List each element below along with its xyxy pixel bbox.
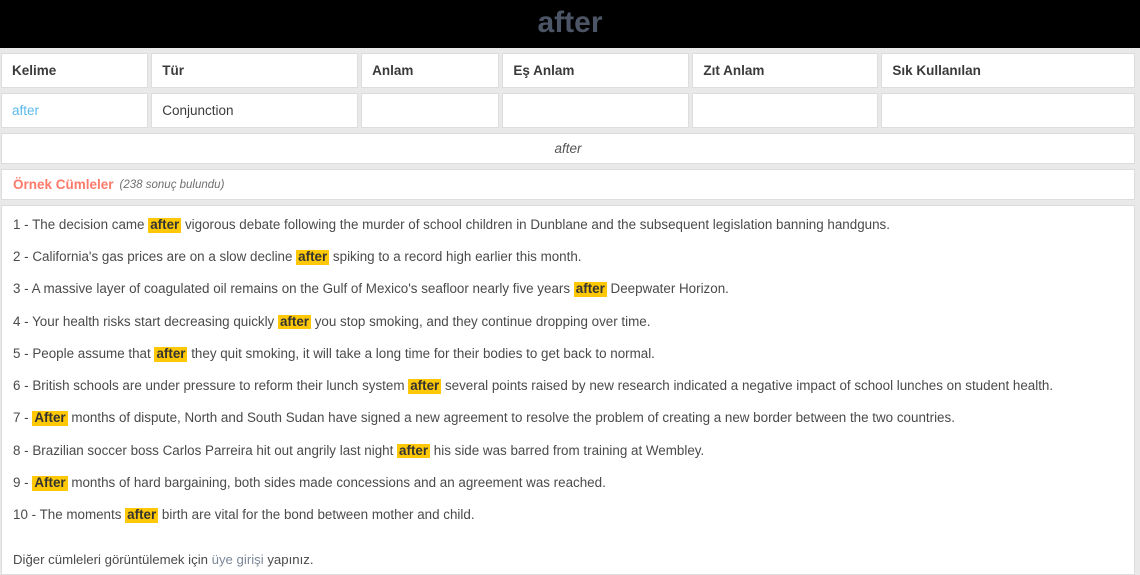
table-header-row: Kelime Tür Anlam Eş Anlam Zıt Anlam Sık … bbox=[1, 53, 1135, 88]
masthead: after bbox=[0, 0, 1140, 48]
highlighted-keyword: after bbox=[397, 443, 431, 459]
column-header-zit-anlam: Zıt Anlam bbox=[692, 53, 879, 88]
login-prompt: Diğer cümleleri görüntülemek için üye gi… bbox=[13, 552, 1123, 567]
sentence-number: 6 - bbox=[13, 379, 33, 394]
sentence-text-before: British schools are under pressure to re… bbox=[32, 379, 409, 394]
highlighted-keyword: after bbox=[573, 282, 607, 298]
column-header-sik-kullanilan: Sık Kullanılan bbox=[881, 53, 1135, 88]
sentence-number: 3 - bbox=[13, 282, 32, 297]
word-link-after[interactable]: after bbox=[12, 103, 39, 118]
example-sentence: 6 - British schools are under pressure t… bbox=[13, 379, 1123, 394]
sentence-text-after: they quit smoking, it will take a long t… bbox=[187, 346, 655, 361]
highlighted-keyword: after bbox=[277, 314, 312, 330]
sentence-text-after: several points raised by new research in… bbox=[441, 379, 1054, 394]
sentence-text-before: The decision came bbox=[32, 218, 149, 232]
column-header-kelime: Kelime bbox=[1, 53, 149, 88]
sentence-text-before: The moments bbox=[39, 508, 126, 523]
sentence-list: 1 - The decision came after vigorous deb… bbox=[13, 218, 1123, 523]
sentence-text-after: months of dispute, North and South Sudan… bbox=[67, 411, 955, 426]
example-sentence: 8 - Brazilian soccer boss Carlos Parreir… bbox=[13, 443, 1123, 459]
column-header-anlam: Anlam bbox=[361, 53, 500, 88]
examples-result-count: (238 sonuç bulundu) bbox=[119, 178, 225, 191]
example-sentence: 10 - The moments after birth are vital f… bbox=[13, 508, 1123, 523]
highlighted-keyword: after bbox=[296, 250, 330, 265]
login-prompt-after: yapınız. bbox=[263, 551, 314, 567]
sentence-text-after: his side was barred from training at Wem… bbox=[430, 443, 705, 458]
cell-zit-anlam bbox=[692, 93, 879, 128]
sentence-text-before: California's gas prices are on a slow de… bbox=[32, 250, 297, 265]
highlighted-keyword: after bbox=[408, 379, 442, 394]
page-gutter bbox=[1135, 48, 1140, 575]
sentence-text-before: A massive layer of coagulated oil remain… bbox=[31, 282, 574, 297]
sentence-text-after: months of hard bargaining, both sides ma… bbox=[67, 475, 606, 490]
sentence-number: 4 - bbox=[13, 314, 33, 329]
example-sentence: 4 - Your health risks start decreasing q… bbox=[13, 314, 1123, 330]
highlighted-keyword: after bbox=[148, 218, 182, 233]
example-sentence: 2 - California's gas prices are on a slo… bbox=[13, 250, 1123, 265]
highlighted-keyword: after bbox=[125, 508, 159, 523]
word-table: Kelime Tür Anlam Eş Anlam Zıt Anlam Sık … bbox=[0, 53, 1140, 128]
cell-sik-kullanilan bbox=[881, 93, 1135, 128]
login-prompt-before: Diğer cümleleri görüntülemek için bbox=[13, 551, 212, 567]
sentence-text-after: you stop smoking, and they continue drop… bbox=[311, 314, 651, 329]
page-root: after Kelime Tür Anlam Eş Anlam Zıt Anla… bbox=[0, 0, 1140, 575]
sentence-text-before: People assume that bbox=[32, 346, 155, 361]
example-sentence: 1 - The decision came after vigorous deb… bbox=[13, 218, 1123, 233]
example-sentences-panel: 1 - The decision came after vigorous deb… bbox=[1, 205, 1135, 575]
member-login-link[interactable]: üye girişi bbox=[212, 552, 264, 567]
example-sentence: 5 - People assume that after they quit s… bbox=[13, 346, 1123, 362]
sentence-text-before: Brazilian soccer boss Carlos Parreira hi… bbox=[32, 443, 398, 458]
page-title: after bbox=[537, 6, 603, 39]
sentence-number: 10 - bbox=[13, 508, 40, 523]
example-sentence: 9 - After months of hard bargaining, bot… bbox=[13, 475, 1123, 491]
cell-es-anlam bbox=[502, 93, 690, 128]
example-sentence: 3 - A massive layer of coagulated oil re… bbox=[13, 282, 1123, 298]
table-row: after Conjunction bbox=[1, 93, 1135, 128]
column-header-tur: Tür bbox=[151, 53, 359, 88]
cell-tur: Conjunction bbox=[151, 93, 359, 128]
examples-title: Örnek Cümleler bbox=[13, 177, 114, 192]
sentence-number: 7 - bbox=[13, 411, 33, 426]
sentence-text-before: Your health risks start decreasing quick… bbox=[32, 314, 278, 329]
pronunciation-text: after bbox=[554, 141, 582, 156]
sentence-number: 8 - bbox=[13, 443, 33, 458]
pronunciation-strip: after bbox=[1, 133, 1135, 164]
highlighted-keyword: after bbox=[154, 346, 188, 362]
sentence-text-after: birth are vital for the bond between mot… bbox=[158, 508, 475, 523]
highlighted-keyword: After bbox=[32, 411, 68, 427]
sentence-number: 2 - bbox=[13, 250, 33, 265]
sentence-number: 1 - bbox=[13, 218, 33, 232]
sentence-number: 5 - bbox=[13, 346, 33, 361]
example-sentence: 7 - After months of dispute, North and S… bbox=[13, 411, 1123, 427]
sentence-text-after: spiking to a record high earlier this mo… bbox=[329, 250, 582, 265]
column-header-es-anlam: Eş Anlam bbox=[502, 53, 690, 88]
cell-kelime: after bbox=[1, 93, 149, 128]
cell-anlam bbox=[361, 93, 500, 128]
examples-header: Örnek Cümleler (238 sonuç bulundu) bbox=[1, 169, 1135, 200]
sentence-number: 9 - bbox=[13, 475, 33, 490]
sentence-text-after: Deepwater Horizon. bbox=[606, 282, 729, 297]
highlighted-keyword: After bbox=[32, 475, 68, 491]
sentence-text-after: vigorous debate following the murder of … bbox=[181, 218, 890, 232]
